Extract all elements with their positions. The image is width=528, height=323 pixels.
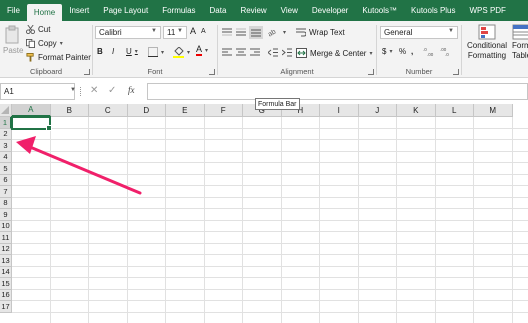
annotation-arrow: [16, 136, 142, 195]
formula-bar-tooltip: Formula Bar: [255, 98, 300, 110]
arrow-head: [16, 136, 36, 154]
arrow-shaft: [28, 145, 142, 195]
